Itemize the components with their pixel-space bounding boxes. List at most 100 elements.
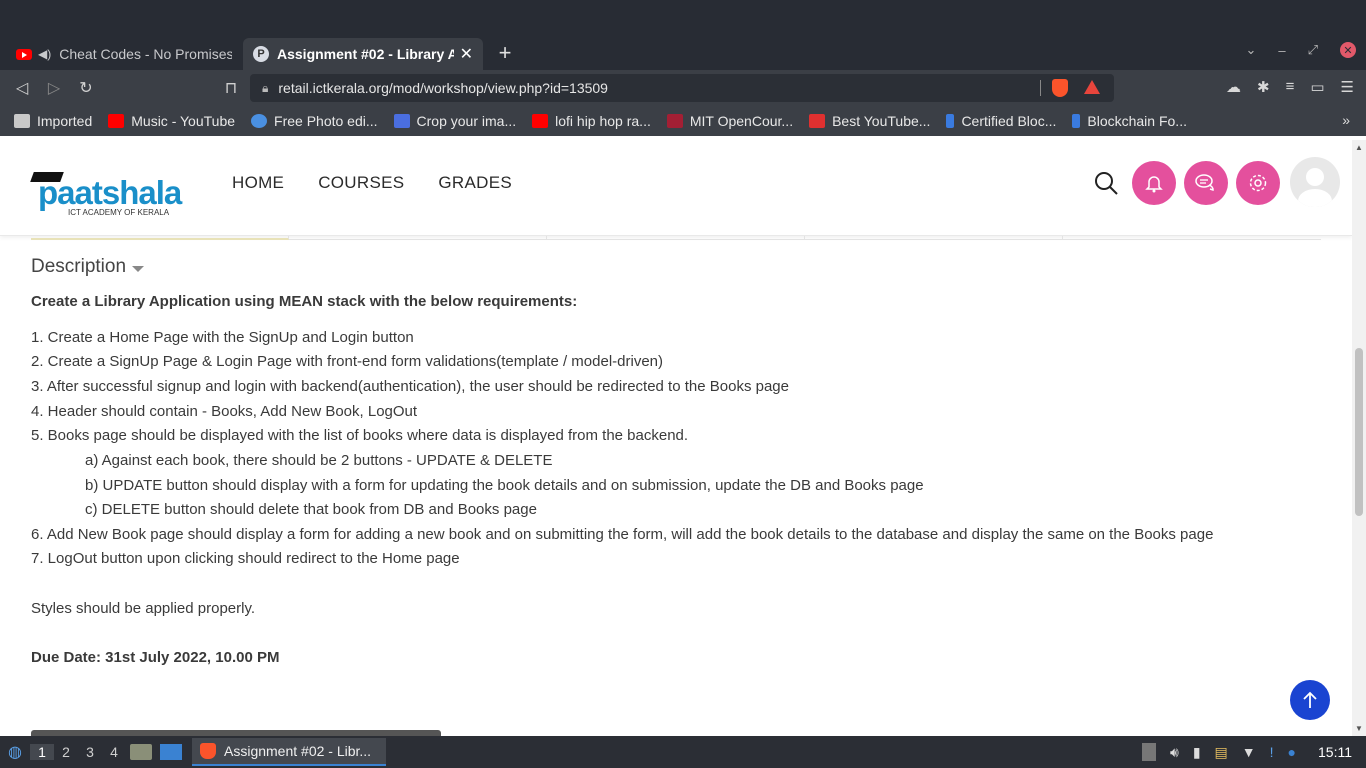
workspace-4[interactable]: 4 [102, 744, 126, 760]
speaker-icon[interactable]: ◀) [38, 47, 51, 61]
user-avatar[interactable] [1290, 157, 1340, 207]
youtube-icon [532, 114, 549, 128]
paatshala-logo[interactable]: paatshala ICT ACADEMY OF KERALA [30, 170, 182, 220]
tab-label: Assignment #02 - Library A [277, 46, 454, 62]
notes-icon[interactable]: ▤ [1215, 744, 1228, 761]
description-toggle[interactable]: Description [31, 256, 145, 278]
tab-assignment[interactable]: P Assignment #02 - Library A ✕ [243, 38, 483, 70]
workspace-3[interactable]: 3 [78, 744, 102, 760]
volume-icon[interactable]: 🔊︎ [1170, 744, 1179, 761]
search-icon[interactable] [1093, 170, 1119, 196]
web-page: paatshala ICT ACADEMY OF KERALA HOME COU… [0, 140, 1352, 736]
folder-icon [14, 114, 30, 128]
extension-badge-icon[interactable]: ☁ [1226, 78, 1241, 96]
main-nav: HOME COURSES GRADES [232, 173, 512, 193]
requirement-subitem: b) UPDATE button should display with a f… [85, 477, 924, 494]
brave-shield-icon[interactable] [1052, 79, 1068, 97]
close-tab-icon[interactable]: ✕ [460, 44, 473, 64]
taskbar-window-item[interactable]: Assignment #02 - Libr... [192, 738, 386, 766]
table-cell [547, 236, 805, 240]
best-icon [809, 114, 826, 128]
requirement-subitem: a) Against each book, there should be 2 … [85, 452, 553, 469]
scroll-up-icon[interactable]: ▲ [1355, 143, 1363, 152]
clipboard-icon[interactable]: ▮ [1193, 744, 1201, 761]
blockchain-icon [1072, 114, 1081, 128]
scroll-thumb[interactable] [1355, 348, 1363, 516]
bookmark-label: Imported [37, 113, 93, 129]
file-manager-icon[interactable] [130, 744, 152, 760]
wifi-icon[interactable]: ▼ [1242, 744, 1256, 760]
tab-cheat-codes[interactable]: ◀) Cheat Codes - No Promises [6, 38, 242, 70]
table-cell [805, 236, 1063, 240]
table-cell [31, 236, 289, 240]
nav-home[interactable]: HOME [232, 173, 284, 193]
playlist-icon[interactable]: ≡ [1286, 78, 1295, 96]
styles-note: Styles should be applied properly. [31, 600, 256, 617]
window-controls: ⌄ – ⤢ ✕ [1245, 42, 1356, 58]
notifications-bell-icon[interactable] [1132, 161, 1176, 205]
address-bar[interactable]: 🔒︎ retail.ictkerala.org/mod/workshop/vie… [250, 74, 1114, 102]
url-text: retail.ictkerala.org/mod/workshop/view.p… [278, 80, 608, 96]
bookmark-blockchain-fo[interactable]: Blockchain Fo... [1072, 113, 1187, 129]
desktop-icon[interactable] [160, 744, 182, 760]
back-to-top-button[interactable] [1290, 680, 1330, 720]
lock-icon: 🔒︎ [262, 80, 269, 95]
bookmark-mit[interactable]: MIT OpenCour... [666, 113, 793, 129]
caret-down-icon [132, 265, 145, 272]
bookmark-label: Best YouTube... [832, 113, 931, 129]
menu-icon[interactable]: ☰ [1341, 78, 1354, 96]
telegram-icon[interactable]: ● [1288, 744, 1296, 760]
settings-gear-icon[interactable] [1236, 161, 1280, 205]
bookmark-icon[interactable]: ⊓ [221, 78, 241, 98]
requirement-item: 2. Create a SignUp Page & Login Page wit… [31, 353, 663, 370]
tab-list-chevron-icon[interactable]: ⌄ [1245, 42, 1256, 58]
bookmark-lofi[interactable]: lofi hip hop ra... [532, 113, 651, 129]
start-menu-icon[interactable]: ◍ [0, 742, 30, 762]
os-taskbar: ◍ 1 2 3 4 Assignment #02 - Libr... 🔊︎ ▮ … [0, 736, 1366, 768]
wallet-icon[interactable]: ▭ [1310, 78, 1324, 96]
logo-text: paatshala [38, 174, 182, 211]
mit-icon [666, 114, 683, 128]
arrow-up-icon [1303, 691, 1317, 708]
bookmark-best-youtube[interactable]: Best YouTube... [809, 113, 930, 129]
bookmark-label: Certified Bloc... [961, 113, 1057, 129]
minimize-icon[interactable]: – [1278, 43, 1285, 58]
table-bottom-edge [31, 236, 1321, 240]
new-tab-button[interactable]: + [494, 40, 516, 66]
scroll-down-icon[interactable]: ▼ [1355, 724, 1363, 733]
brave-icon [200, 743, 216, 759]
bookmark-photo-editor[interactable]: Free Photo edi... [251, 113, 378, 129]
bookmark-music-youtube[interactable]: Music - YouTube [108, 113, 235, 129]
forward-icon[interactable]: ▷ [44, 78, 64, 98]
table-cell [1063, 236, 1321, 240]
back-icon[interactable]: ◁ [12, 78, 32, 98]
youtube-icon [108, 114, 125, 128]
bookmarks-more-button[interactable]: » [1342, 112, 1350, 128]
requirement-item: 5. Books page should be displayed with t… [31, 427, 689, 444]
workspace-2[interactable]: 2 [54, 744, 78, 760]
taskbar-window-label: Assignment #02 - Libr... [224, 743, 372, 759]
nav-grades[interactable]: GRADES [438, 173, 512, 193]
requirement-item: 3. After successful signup and login wit… [31, 378, 789, 395]
update-icon[interactable]: ! [1270, 744, 1274, 760]
photo-editor-icon [251, 114, 268, 128]
logo-subtitle: ICT ACADEMY OF KERALA [68, 208, 170, 217]
browser-toolbar: ◁ ▷ ↻ ⊓ 🔒︎ retail.ictkerala.org/mod/work… [0, 70, 1366, 106]
workspace-1[interactable]: 1 [30, 744, 54, 760]
eject-icon[interactable] [1142, 743, 1156, 761]
extensions-puzzle-icon[interactable]: ✱ [1257, 78, 1270, 96]
maximize-icon[interactable]: ⤢ [1308, 42, 1318, 58]
nav-courses[interactable]: COURSES [318, 173, 404, 193]
due-date: Due Date: 31st July 2022, 10.00 PM [31, 649, 280, 666]
bookmark-certified-blockchain[interactable]: Certified Bloc... [946, 113, 1056, 129]
clock: 15:11 [1318, 744, 1352, 760]
bookmark-label: Crop your ima... [416, 113, 517, 129]
brave-rewards-icon[interactable] [1084, 80, 1100, 94]
window-close-icon[interactable]: ✕ [1340, 42, 1356, 58]
window-titlebar [0, 0, 1366, 34]
bookmark-imported[interactable]: Imported [14, 113, 92, 129]
page-scrollbar[interactable]: ▲ ▼ [1352, 140, 1366, 736]
bookmark-crop-image[interactable]: Crop your ima... [393, 113, 517, 129]
messages-icon[interactable] [1184, 161, 1228, 205]
reload-icon[interactable]: ↻ [76, 78, 96, 98]
